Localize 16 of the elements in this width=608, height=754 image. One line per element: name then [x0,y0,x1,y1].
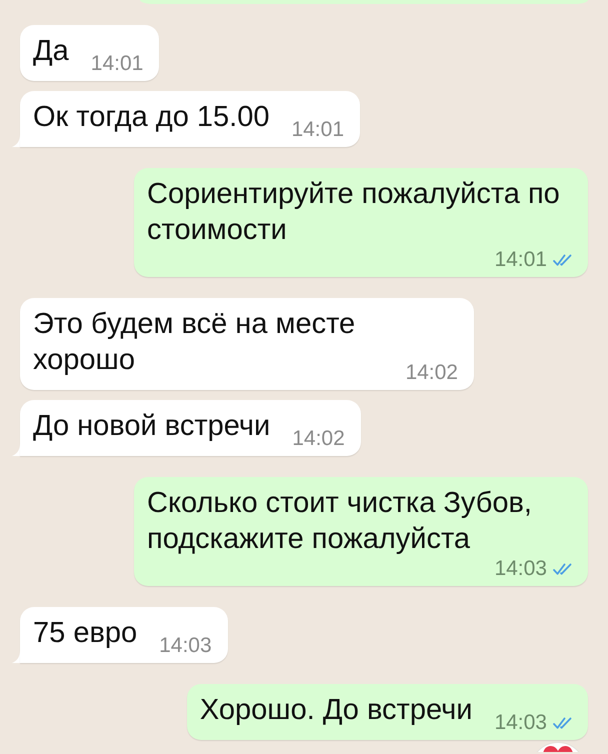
message-time: 14:01 [291,118,344,142]
message-time: 14:03 [494,711,547,735]
message-time: 14:02 [292,427,345,451]
message-text: До новой встречи [33,410,270,442]
message-text: Это будем всё на месте хорошо [33,308,356,376]
message-time: 14:01 [90,52,144,76]
message-text: Ок тогда до 15.00 [33,101,270,133]
message-text: 75 евро [33,617,138,649]
message-time: 14:03 [494,557,547,581]
message-text: Да [33,35,69,67]
message-time: 14:03 [159,634,212,658]
message-time: 14:02 [405,361,458,385]
message-text: Хорошо. До встречи [200,694,472,726]
message-text: Сколько стоит чистка Зубов, подскажите пожалуйста [147,487,532,555]
message-time: 14:01 [494,248,547,272]
message-text: Сориентируйте пожалуйста по стоимости [147,178,560,246]
